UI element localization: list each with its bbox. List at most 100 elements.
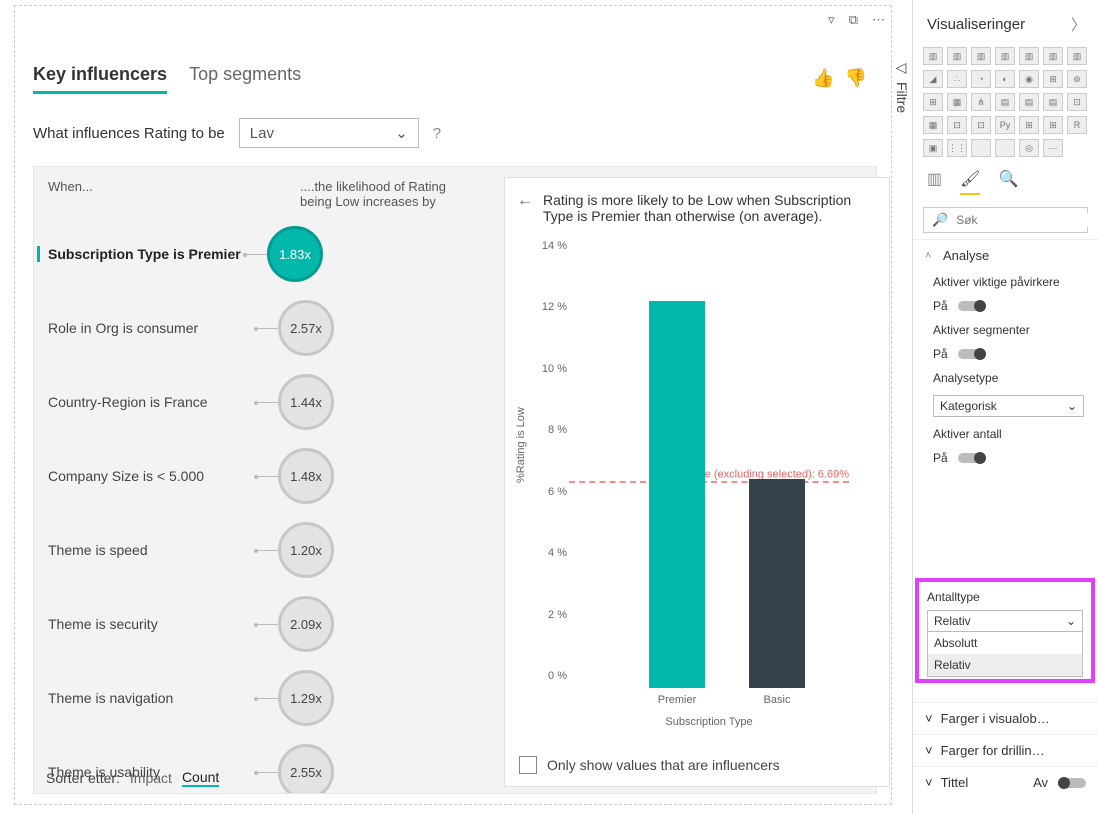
influencer-bubble: 2.09x	[278, 596, 334, 652]
title-toggle[interactable]	[1058, 778, 1086, 788]
viz-type-icon[interactable]: ▣	[923, 139, 943, 157]
viz-type-icon[interactable]: ⊞	[1043, 116, 1063, 134]
y-tick: 0 %	[541, 670, 567, 682]
focus-icon[interactable]: ⧉	[849, 12, 858, 28]
influencer-label: Subscription Type is Premier	[37, 246, 247, 262]
kv-toggle[interactable]	[958, 301, 986, 311]
more-icon[interactable]: ⋯	[872, 12, 885, 28]
analyse-section-header[interactable]: ˄ Analyse	[913, 240, 1098, 271]
analytics-tab-icon[interactable]: 🔍	[998, 169, 1018, 195]
viz-type-icon[interactable]: ▤	[995, 93, 1015, 111]
colors-drill-section[interactable]: ˅Farger for drilling i visualo...	[913, 734, 1098, 766]
viz-type-icon[interactable]: ⋯	[1043, 139, 1063, 157]
count-type-option-absolutt[interactable]: Absolutt	[928, 632, 1082, 654]
back-icon[interactable]: ←	[517, 192, 533, 210]
tab-key-influencers[interactable]: Key influencers	[33, 64, 167, 94]
seg-toggle[interactable]	[958, 349, 986, 359]
viz-type-icon[interactable]: ▦	[947, 93, 967, 111]
viz-type-icon[interactable]: ◢	[923, 70, 943, 88]
stem-line	[258, 402, 278, 403]
thumbs-up-icon[interactable]: 👍	[812, 68, 834, 89]
influencer-item[interactable]: Company Size is < 5.000 1.48x	[48, 439, 484, 513]
analysis-type-select[interactable]: Kategorisk ⌄	[933, 395, 1084, 417]
chart-bar[interactable]	[749, 479, 805, 688]
title-section[interactable]: ˅Tittel Av	[913, 766, 1098, 798]
count-type-select[interactable]: Relativ ⌄	[927, 610, 1083, 632]
count-type-options: Absolutt Relativ	[927, 631, 1083, 677]
filters-icon: ◁	[894, 60, 910, 76]
viz-type-icon[interactable]: ▥	[1067, 47, 1087, 65]
enable-key-influencers-label: Aktiver viktige påvirkere	[933, 275, 1084, 289]
viz-type-icon[interactable]: ⊞	[1019, 116, 1039, 134]
viz-type-icon[interactable]: ⋔	[971, 93, 991, 111]
viz-type-icon[interactable]: ⋮⋮	[947, 139, 967, 157]
viz-type-icon[interactable]: ◎	[1019, 139, 1039, 157]
thumbs-down-icon[interactable]: 👎	[845, 68, 867, 89]
prompt-prefix: What influences Rating to be	[33, 125, 225, 142]
sort-count[interactable]: Count	[182, 769, 219, 787]
viz-type-icon[interactable]: ⊡	[947, 116, 967, 134]
influencer-item[interactable]: Role in Org is consumer 2.57x	[48, 291, 484, 365]
filters-collapsed-tab[interactable]: ◁ Filtre	[894, 60, 910, 113]
search-input[interactable]	[956, 213, 1098, 227]
viz-type-icon[interactable]: ◔	[971, 70, 991, 88]
viz-type-icon[interactable]: Py	[995, 116, 1015, 134]
viz-type-icon[interactable]	[971, 139, 991, 157]
colors-visual-section[interactable]: ˅Farger i visualobjektet for...	[913, 702, 1098, 734]
chevron-down-icon: ⌄	[1067, 399, 1077, 413]
viz-type-icon[interactable]: ▥	[947, 47, 967, 65]
viz-type-icon[interactable]: ∴	[947, 70, 967, 88]
fields-tab-icon[interactable]: ▥	[927, 169, 942, 195]
only-influencers-checkbox[interactable]	[519, 756, 537, 774]
viz-type-icon[interactable]: ⊚	[1067, 70, 1087, 88]
collapse-icon[interactable]: 〉	[1071, 14, 1086, 35]
viz-type-icon[interactable]: ◉	[1019, 70, 1039, 88]
visual-container: ▿ ⧉ ⋯ Key influencers Top segments 👍 👎 W…	[14, 5, 892, 805]
viz-panel-title: Visualiseringer	[927, 16, 1025, 33]
caret-down-icon: ˅	[925, 775, 933, 790]
filter-icon[interactable]: ▿	[828, 12, 835, 28]
influencer-item[interactable]: Theme is speed 1.20x	[48, 513, 484, 587]
viz-type-icon[interactable]: R	[1067, 116, 1087, 134]
count-toggle[interactable]	[958, 453, 986, 463]
count-type-option-relativ[interactable]: Relativ	[928, 654, 1082, 676]
influencer-label: Country-Region is France	[48, 394, 258, 410]
influencer-bubble: 1.83x	[267, 226, 323, 282]
stem-line	[247, 254, 267, 255]
visualizations-panel: Visualiseringer 〉 ▥▥▥▥▥▥▥◢∴◔◐◉⊞⊚⊞▦⋔▤▤▤⊡▦…	[912, 0, 1098, 814]
when-header: When...	[48, 179, 93, 209]
stem-line	[258, 624, 278, 625]
viz-type-icon[interactable]: ▥	[1019, 47, 1039, 65]
influencer-item[interactable]: Country-Region is France 1.44x	[48, 365, 484, 439]
influences-dropdown[interactable]: Lav ⌄	[239, 118, 419, 148]
viz-type-icon[interactable]: ▥	[1043, 47, 1063, 65]
help-icon[interactable]: ?	[433, 125, 441, 142]
x-category-label: Basic	[749, 694, 805, 706]
viz-type-icon[interactable]: ▥	[995, 47, 1015, 65]
format-tab-icon[interactable]: 🖌	[960, 169, 980, 195]
viz-type-icon[interactable]: ◐	[995, 70, 1015, 88]
tab-top-segments[interactable]: Top segments	[189, 64, 301, 94]
viz-type-icon[interactable]: ⊡	[971, 116, 991, 134]
sort-impact[interactable]: Impact	[130, 770, 172, 786]
viz-type-icon[interactable]	[995, 139, 1015, 157]
viz-type-icon[interactable]: ⊞	[1043, 70, 1063, 88]
chart-bar[interactable]	[649, 301, 705, 688]
viz-type-icon[interactable]: ▦	[923, 116, 943, 134]
format-search[interactable]: 🔎	[923, 207, 1088, 233]
viz-type-icon[interactable]: ⊡	[1067, 93, 1087, 111]
viz-type-icon[interactable]: ▥	[923, 47, 943, 65]
influencer-item[interactable]: Theme is navigation 1.29x	[48, 661, 484, 735]
y-tick: 2 %	[541, 609, 567, 621]
influencer-item[interactable]: Theme is security 2.09x	[48, 587, 484, 661]
influencer-label: Theme is speed	[48, 542, 258, 558]
viz-type-icon[interactable]: ⊞	[923, 93, 943, 111]
viz-type-icon[interactable]: ▤	[1019, 93, 1039, 111]
likelihood-header: ....the likelihood of Rating being Low i…	[300, 179, 480, 209]
viz-type-icon[interactable]: ▤	[1043, 93, 1063, 111]
influencer-item[interactable]: Subscription Type is Premier 1.83x	[48, 217, 484, 291]
influencer-bubble: 2.57x	[278, 300, 334, 356]
count-type-highlight: Antalltype Relativ ⌄ Absolutt Relativ	[915, 578, 1095, 683]
viz-type-icon[interactable]: ▥	[971, 47, 991, 65]
only-influencers-label: Only show values that are influencers	[547, 757, 780, 773]
